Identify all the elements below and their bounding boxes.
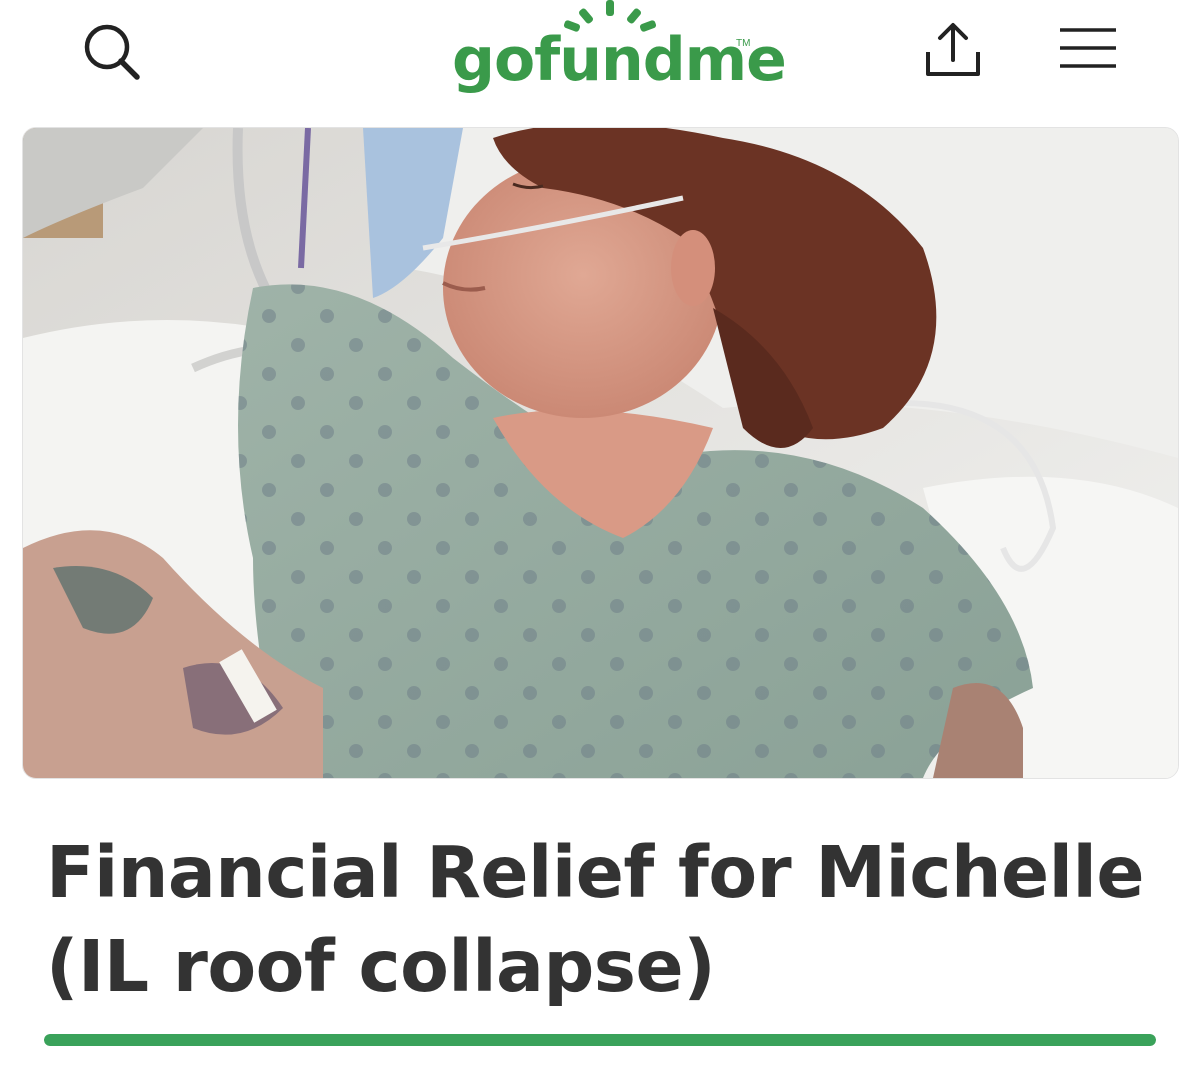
share-icon[interactable] <box>918 18 988 82</box>
hamburger-menu-icon[interactable] <box>1058 26 1118 70</box>
logo-wordmark: gofundme <box>452 25 787 95</box>
logo-trademark: TM <box>736 38 751 49</box>
top-nav-bar: gofundme TM <box>0 0 1200 120</box>
donation-progress-fill <box>44 1034 1156 1046</box>
gofundme-logo[interactable]: gofundme TM <box>440 0 787 110</box>
donation-progress-bar <box>44 1034 1156 1046</box>
campaign-title: Financial Relief for Michelle (IL roof c… <box>46 826 1166 1014</box>
campaign-title-line-2: (IL roof collapse) <box>46 925 716 1008</box>
campaign-title-line-1: Financial Relief for Michelle <box>46 831 1145 914</box>
campaign-hero-photo <box>22 127 1179 779</box>
search-icon[interactable] <box>80 20 144 84</box>
